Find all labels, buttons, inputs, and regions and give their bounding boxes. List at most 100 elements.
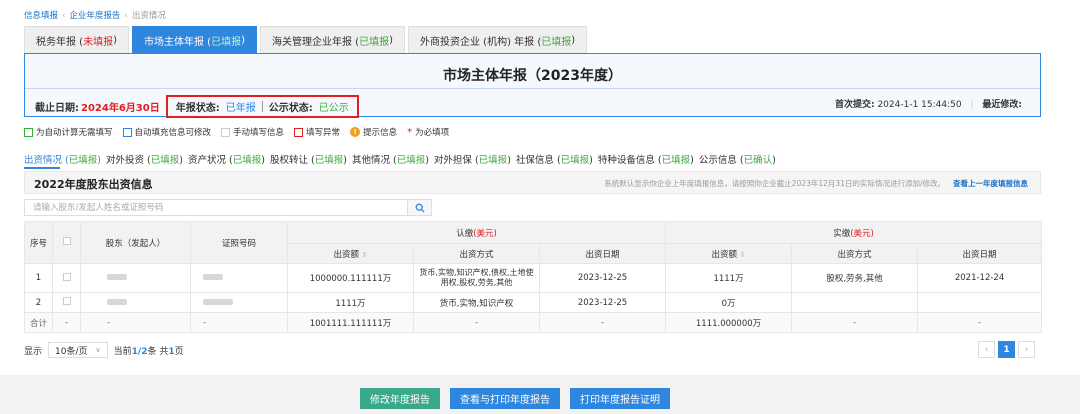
header-no: 序号 [24,221,53,264]
subnav-item-public[interactable]: 公示信息 (已确认) [699,152,776,166]
subnav-item-guarantee[interactable]: 对外担保 (已填报) [434,152,511,166]
subnav-item-equity[interactable]: 股权转让 (已填报) [270,152,347,166]
header-shareholder: 股东（发起人） [80,221,191,264]
sort-icon: ⇕ [361,250,368,259]
select-all-checkbox[interactable] [62,237,71,245]
search-input[interactable] [25,200,407,215]
subnav-item-assets[interactable]: 资产状况 (已填报) [188,152,265,166]
page-title: 市场主体年报（2023年度） [443,68,622,84]
table-total-row: 合计 - - - 1001111.111111万 - - 1111.000000… [24,312,1043,333]
public-status-value: 已公示 [318,103,349,114]
subnav-item-equipment[interactable]: 特种设备信息 (已填报) [598,152,694,166]
subnav-label: 特种设备信息 [597,155,655,166]
sort-icon: ⇕ [739,250,746,259]
subnav-status: 已填报 [560,155,590,166]
breadcrumb-link-fill[interactable]: 信息填报 [24,11,58,21]
redacted-text [107,274,127,280]
row-checkbox[interactable] [62,297,71,305]
public-status-label: 公示状态: [268,103,313,114]
modify-report-button[interactable]: 修改年度报告 [360,388,440,409]
cell-paid-date [917,292,1043,313]
header-subscribed-label: 认缴 [456,228,474,239]
subnav-item-social[interactable]: 社保信息 (已填报) [516,152,593,166]
page-size-select[interactable]: 10条/页 ∨ [48,342,108,358]
subnav-status: 已填报 [661,155,691,166]
header-sub-amount[interactable]: 出资额 ⇕ [287,243,414,264]
cell-license [190,263,288,293]
page-size-value: 10条/页 [55,346,88,357]
prev-page-button[interactable]: ‹ [978,341,995,358]
tab-customs-report[interactable]: 海关管理企业年报 (已填报) [260,26,405,53]
green-square-icon [24,127,33,137]
section-note-text: 系统默认显示你企业上年度填报信息，请按照你企业截止2023年12月31日的实际情… [604,179,945,188]
header-paid-label: 实缴 [833,228,851,239]
tab-status: 已填报 [359,36,390,48]
table-header-row: 序号 股东（发起人） 证照号码 认缴(美元) 实缴(美元) [24,221,1043,264]
cell-dash: - [413,312,540,333]
tab-label: 海关管理企业年报 ( [272,36,360,48]
breadcrumb-separator-icon: ‹ [62,11,66,21]
subnav-item-capital[interactable]: 出资情况 (已填报) [24,152,101,166]
table-row[interactable]: 2 1111万 货币,实物,知识产权 2023-12-25 0万 [24,292,1043,313]
report-status-label: 年报状态: [175,103,220,114]
header-paid: 实缴(美元) [665,221,1043,244]
header-paid-amount[interactable]: 出资额 ⇕ [665,243,793,264]
blue-square-icon [122,127,132,137]
legend-label: 手动填写信息 [233,128,285,138]
cell-paid-date: 2021-12-24 [917,263,1043,293]
cell-total-sub-amount: 1001111.111111万 [287,312,414,333]
red-square-icon [294,127,304,137]
cell-paid-amount: 1111万 [665,263,793,293]
report-tabs: 税务年报 (未填报) 市场主体年报 (已填报) 海关管理企业年报 (已填报) 外… [24,26,588,53]
row-checkbox[interactable] [62,272,71,281]
subnav-status: 已填报 [478,155,508,166]
legend: 为自动计算无需填写 自动填充信息可修改 手动填写信息 填写异常 ! 提示信息 * 为… [24,126,449,138]
subnav-active-underline [24,167,60,169]
panel-info-row: 截止日期: 2024年6月30日 年报状态: 已年报 公示状态: 已公示 [35,95,359,118]
next-page-button[interactable]: › [1018,341,1035,358]
tab-tax-report[interactable]: 税务年报 (未填报) [24,26,129,53]
header-paid-date: 出资日期 [917,243,1043,264]
first-submit-label: 首次提交: [834,100,875,110]
cell-shareholder [80,263,191,293]
panel-divider [25,88,1040,89]
report-status-value: 已年报 [225,103,256,114]
legend-item-auto-calc: 为自动计算无需填写 [24,126,113,138]
asterisk-icon: * [407,126,413,138]
header-sub-date: 出资日期 [538,243,667,264]
search-icon [415,203,424,212]
print-certificate-button[interactable]: 打印年度报告证明 [570,388,670,409]
breadcrumb-link-annual[interactable]: 企业年度报告 [69,11,120,21]
action-buttons: 修改年度报告 查看与打印年度报告 打印年度报告证明 [360,388,670,409]
page-status-prefix: 当前 [113,346,132,357]
view-print-report-button[interactable]: 查看与打印年度报告 [450,388,560,409]
search-button[interactable] [408,199,432,216]
header-select [52,221,81,264]
cell-no: 2 [24,292,53,313]
tab-status: 已填报 [541,36,572,48]
tab-market-report[interactable]: 市场主体年报 (已填报) [132,26,257,53]
cell-paid-method: 股权,劳务,其他 [791,263,919,293]
cell-sub-amount: 1111万 [287,292,414,313]
header-sub-method: 出资方式 [413,243,540,264]
tab-foreign-report[interactable]: 外商投资企业 (机构) 年报 (已填报) [408,26,588,53]
subnav-item-other[interactable]: 其他情况 (已填报) [352,152,429,166]
redacted-text [203,274,223,280]
view-last-year-link[interactable]: 查看上一年度填报信息 [953,179,1028,188]
tab-label-end: ) [113,34,117,46]
subnav-label: 其他情况 [351,155,390,166]
page-1-button[interactable]: 1 [998,341,1015,358]
subnav-label: 公示信息 [698,155,737,166]
search-box [24,199,408,216]
table-row[interactable]: 1 1000000.111111万 货币,实物,知识产权,债权,土地使用权,股权… [24,263,1043,293]
tab-label: 市场主体年报 ( [144,36,212,48]
submit-times: 首次提交: 2024-1-1 15:44:50 | 最近修改: [835,97,1022,110]
legend-item-error: 填写异常 [294,126,340,138]
cell-license [190,292,288,313]
tab-label-end: ) [241,34,245,46]
show-label: 显示 [24,346,43,357]
legend-label: 为自动计算无需填写 [36,128,113,138]
cell-dash: - [190,312,288,333]
subnav-item-investment[interactable]: 对外投资 (已填报) [106,152,183,166]
deadline-label: 截止日期: [35,103,79,114]
